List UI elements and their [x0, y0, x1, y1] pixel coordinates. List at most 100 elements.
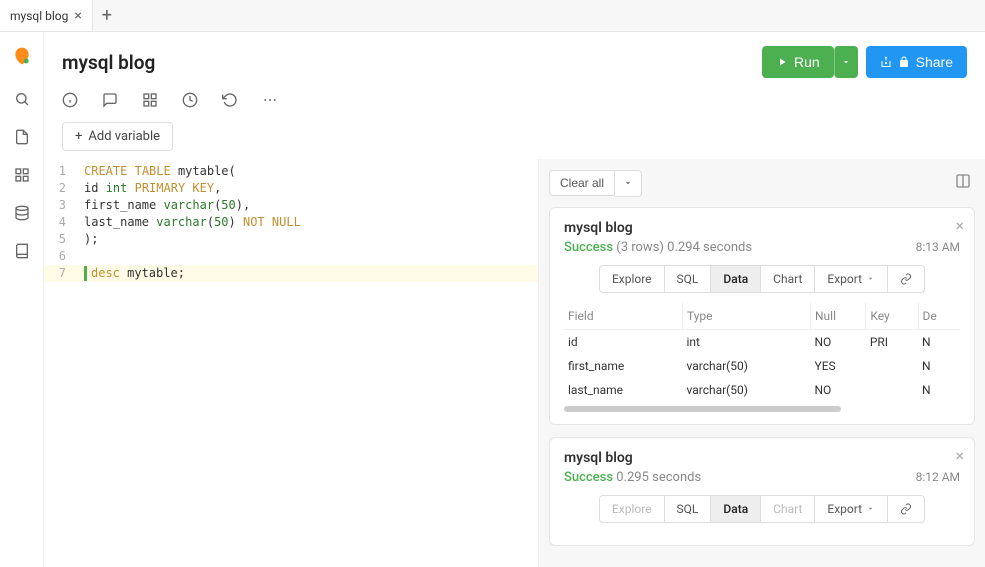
- run-dropdown-button[interactable]: [834, 46, 858, 78]
- code-editor[interactable]: 1CREATE TABLE mytable(2id int PRIMARY KE…: [44, 159, 539, 567]
- horizontal-scrollbar[interactable]: [564, 406, 841, 412]
- editor-line[interactable]: 4last_name varchar(50) NOT NULL: [44, 214, 538, 231]
- code-content: CREATE TABLE mytable(: [84, 163, 236, 180]
- editor-line[interactable]: 1CREATE TABLE mytable(: [44, 163, 538, 180]
- column-header[interactable]: Key: [866, 303, 918, 330]
- tab-bar: mysql blog × +: [0, 0, 985, 32]
- table-row[interactable]: last_namevarchar(50)NO N: [564, 378, 960, 402]
- add-tab-button[interactable]: +: [93, 0, 121, 31]
- database-icon[interactable]: [13, 204, 31, 222]
- result-title: mysql blog: [564, 450, 960, 466]
- cursor: [84, 266, 87, 281]
- table-row[interactable]: idintNOPRIN: [564, 330, 960, 355]
- table-cell: YES: [811, 354, 866, 378]
- tab-export[interactable]: Export: [815, 266, 888, 292]
- table-cell: N: [918, 354, 960, 378]
- table-row[interactable]: first_namevarchar(50)YES N: [564, 354, 960, 378]
- column-header[interactable]: Field: [564, 303, 682, 330]
- table-cell: varchar(50): [682, 354, 810, 378]
- tab-explore: Explore: [600, 496, 665, 522]
- line-number: 1: [44, 163, 84, 180]
- result-table: FieldTypeNullKeyDeidintNOPRINfirst_namev…: [564, 303, 960, 402]
- editor-line[interactable]: 2id int PRIMARY KEY,: [44, 180, 538, 197]
- table-cell: [866, 354, 918, 378]
- code-content: last_name varchar(50) NOT NULL: [84, 214, 301, 231]
- table-cell: int: [682, 330, 810, 355]
- table-cell: varchar(50): [682, 378, 810, 402]
- grid-icon[interactable]: [13, 166, 31, 184]
- code-content: first_name varchar(50),: [84, 197, 250, 214]
- column-header[interactable]: Null: [811, 303, 866, 330]
- editor-line[interactable]: 3first_name varchar(50),: [44, 197, 538, 214]
- layout-icon[interactable]: [951, 169, 975, 197]
- close-icon[interactable]: ×: [955, 446, 964, 465]
- brand-icon[interactable]: [12, 46, 32, 70]
- line-number: 4: [44, 214, 84, 231]
- tab-mysql-blog[interactable]: mysql blog ×: [0, 0, 93, 31]
- tab-sql[interactable]: SQL: [665, 496, 712, 522]
- column-header[interactable]: De: [918, 303, 960, 330]
- chevron-down-icon: [866, 272, 875, 286]
- tab-chart: Chart: [761, 496, 815, 522]
- result-card: ×mysql blog Success (3 rows) 0.294 second…: [549, 207, 975, 425]
- editor-line[interactable]: 6: [44, 248, 538, 265]
- code-content: );: [84, 231, 98, 248]
- comment-icon[interactable]: [102, 92, 118, 108]
- more-icon[interactable]: [262, 92, 278, 108]
- share-button[interactable]: Share: [866, 46, 967, 78]
- tab-data[interactable]: Data: [711, 496, 761, 522]
- table-cell: first_name: [564, 354, 682, 378]
- line-number: 7: [44, 265, 84, 282]
- close-icon[interactable]: ×: [74, 9, 81, 23]
- info-icon[interactable]: [62, 92, 78, 108]
- result-tabs: ExploreSQLDataChartExport: [599, 265, 925, 293]
- table-cell: N: [918, 378, 960, 402]
- link-icon[interactable]: [888, 266, 924, 292]
- line-number: 2: [44, 180, 84, 197]
- results-panel: Clear all ×mysql blogSuccess (3 rows) 0.…: [539, 159, 985, 567]
- result-title: mysql blog: [564, 220, 960, 236]
- tab-chart[interactable]: Chart: [761, 266, 815, 292]
- book-icon[interactable]: [13, 242, 31, 260]
- line-number: 5: [44, 231, 84, 248]
- table-cell: [866, 378, 918, 402]
- schedule-icon[interactable]: [182, 92, 198, 108]
- table-cell: id: [564, 330, 682, 355]
- result-timestamp: 8:12 AM: [916, 470, 960, 484]
- plus-icon: +: [75, 129, 82, 144]
- tab-data[interactable]: Data: [711, 266, 761, 292]
- line-number: 3: [44, 197, 84, 214]
- tab-export[interactable]: Export: [815, 496, 888, 522]
- run-button[interactable]: Run: [762, 46, 834, 78]
- result-status: Success 0.295 seconds: [564, 470, 960, 485]
- table-cell: N: [918, 330, 960, 355]
- result-card: ×mysql blog Success 0.295 seconds8:12 AM E…: [549, 437, 975, 546]
- clear-all-dropdown[interactable]: [615, 170, 642, 197]
- link-icon[interactable]: [888, 496, 924, 522]
- table-cell: NO: [811, 378, 866, 402]
- editor-line[interactable]: 7desc mytable;: [44, 265, 538, 282]
- code-content: id int PRIMARY KEY,: [84, 180, 221, 197]
- close-icon[interactable]: ×: [955, 216, 964, 235]
- clear-all-button[interactable]: Clear all: [549, 170, 615, 196]
- table-cell: PRI: [866, 330, 918, 355]
- table-cell: last_name: [564, 378, 682, 402]
- code-content: desc mytable;: [84, 265, 185, 282]
- page-title: mysql blog: [62, 51, 155, 74]
- add-variable-button[interactable]: + Add variable: [62, 122, 173, 151]
- column-header[interactable]: Type: [682, 303, 810, 330]
- result-status: Success (3 rows) 0.294 seconds: [564, 240, 960, 255]
- sidebar: [0, 32, 44, 567]
- result-tabs: ExploreSQLDataChartExport: [599, 495, 925, 523]
- apps-icon[interactable]: [142, 92, 158, 108]
- tab-label: mysql blog: [10, 9, 68, 23]
- tab-sql[interactable]: SQL: [665, 266, 712, 292]
- document-icon[interactable]: [13, 128, 31, 146]
- search-icon[interactable]: [13, 90, 31, 108]
- tab-explore[interactable]: Explore: [600, 266, 665, 292]
- lock-icon: [898, 56, 910, 68]
- history-icon[interactable]: [222, 92, 238, 108]
- table-cell: NO: [811, 330, 866, 355]
- chevron-down-icon: [866, 502, 875, 516]
- editor-line[interactable]: 5);: [44, 231, 538, 248]
